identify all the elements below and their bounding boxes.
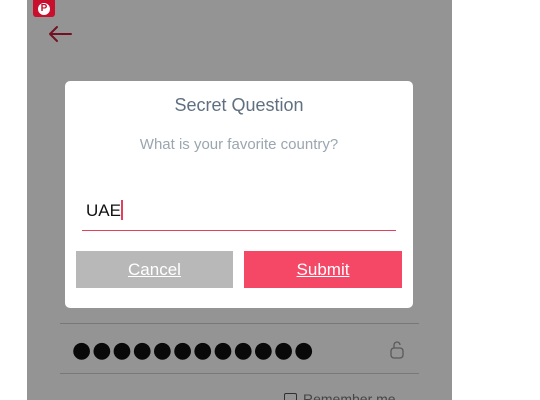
answer-input[interactable] bbox=[82, 191, 396, 231]
secret-question-text: What is your favorite country? bbox=[139, 136, 339, 153]
text-caret bbox=[121, 200, 123, 220]
secret-question-dialog: Secret Question What is your favorite co… bbox=[65, 81, 413, 308]
pinterest-icon[interactable]: P bbox=[33, 0, 55, 17]
dialog-title: Secret Question bbox=[174, 95, 304, 115]
screen: ●●●●●●●●●●●● Remember me P Secret Questi… bbox=[0, 0, 540, 400]
submit-button[interactable]: Submit bbox=[244, 251, 402, 288]
cancel-button[interactable]: Cancel bbox=[76, 251, 233, 288]
